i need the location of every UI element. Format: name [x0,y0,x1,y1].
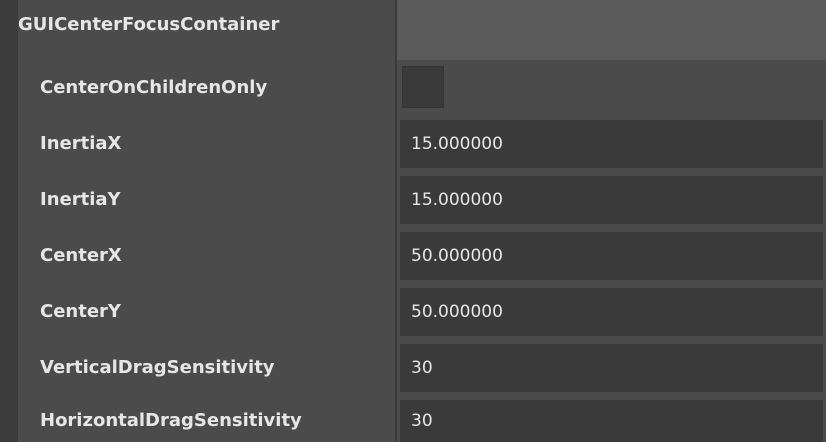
property-row-inertia-x: InertiaX [18,116,826,172]
section-header-right [397,0,826,60]
property-row-center-x: CenterX [18,228,826,284]
property-label: HorizontalDragSensitivity [40,410,302,431]
horizontal-drag-sensitivity-input[interactable] [400,400,823,442]
property-label: CenterY [40,301,121,322]
property-row-center-y: CenterY [18,284,826,340]
inertia-x-input[interactable] [400,120,823,168]
property-label: VerticalDragSensitivity [40,357,275,378]
property-row-center-on-children-only: CenterOnChildrenOnly [18,60,826,116]
property-row-vertical-drag-sensitivity: VerticalDragSensitivity [18,340,826,396]
column-divider[interactable] [395,0,397,442]
center-x-input[interactable] [400,232,823,280]
inertia-y-input[interactable] [400,176,823,224]
property-row-inertia-y: InertiaY [18,172,826,228]
center-y-input[interactable] [400,288,823,336]
property-row-horizontal-drag-sensitivity: HorizontalDragSensitivity [18,396,826,442]
property-label: InertiaX [40,133,122,154]
property-label: CenterOnChildrenOnly [40,77,268,98]
section-header[interactable]: ▼ GUICenterFocusContainer [0,0,826,60]
property-inspector-panel: ▼ GUICenterFocusContainer CenterOnChildr… [0,0,826,442]
property-label: CenterX [40,245,122,266]
property-label: InertiaY [40,189,121,210]
center-on-children-only-checkbox[interactable] [402,66,444,108]
left-gutter [0,0,18,442]
vertical-drag-sensitivity-input[interactable] [400,344,823,392]
section-title: GUICenterFocusContainer [18,14,280,35]
